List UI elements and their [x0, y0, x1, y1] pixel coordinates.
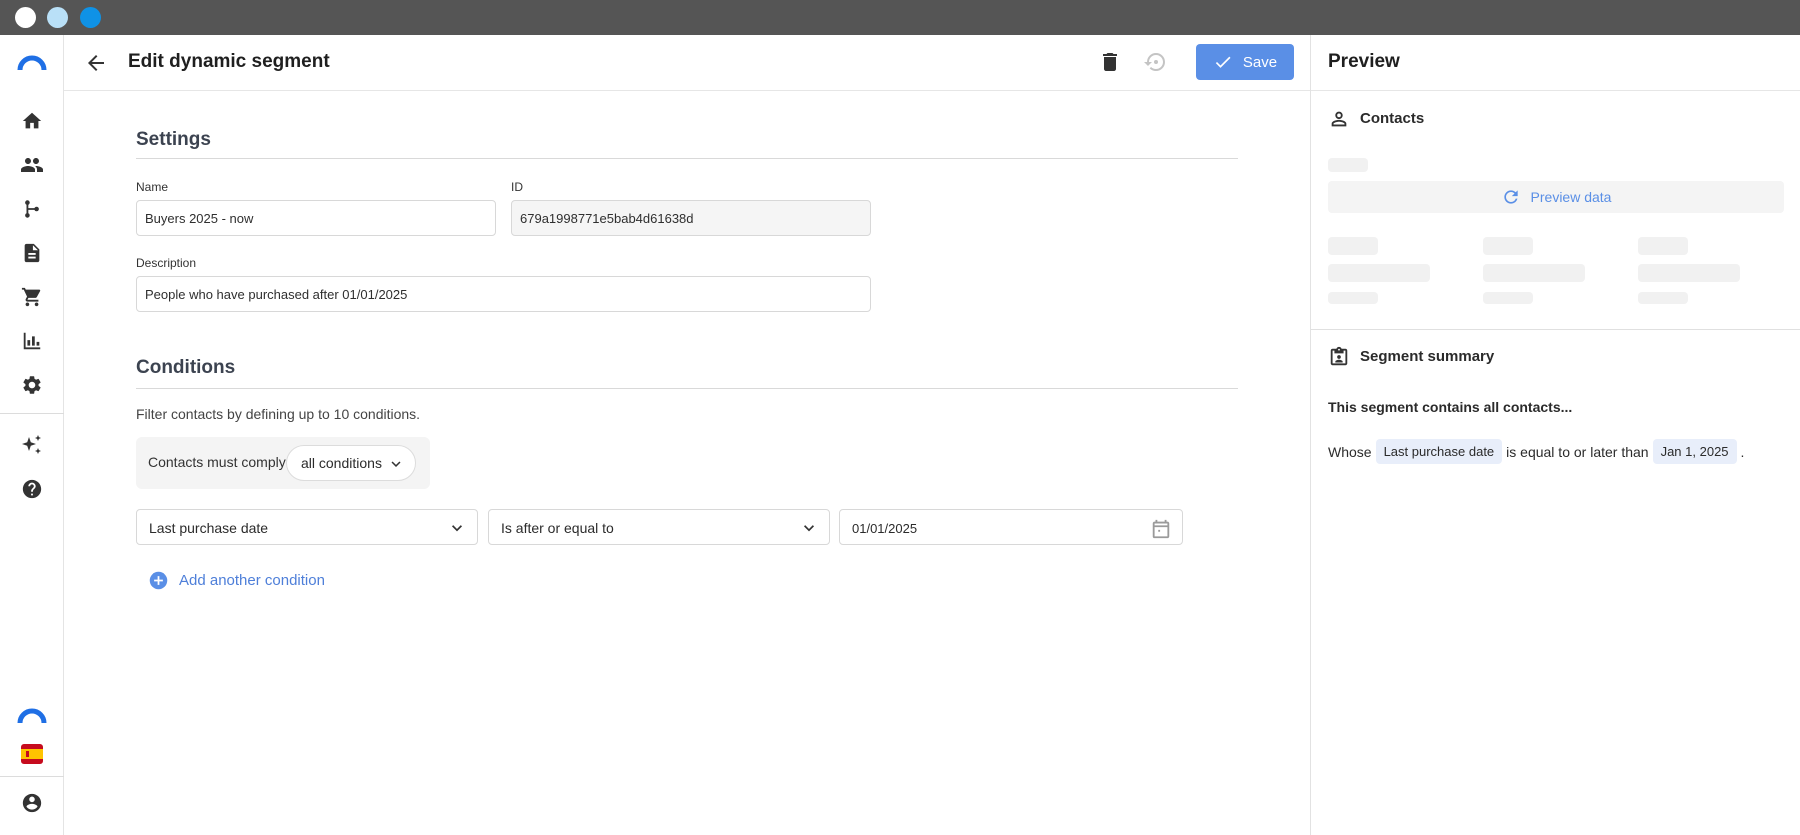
conditions-divider [136, 388, 1238, 389]
back-arrow-icon[interactable] [84, 51, 108, 75]
main-content: Settings Name Buyers 2025 - now ID 679a1… [64, 91, 1310, 835]
sparkle-icon[interactable] [20, 433, 44, 457]
reports-icon[interactable] [20, 329, 44, 353]
person-outline-icon [1328, 108, 1350, 130]
chevron-down-icon [391, 461, 401, 467]
check-icon [1215, 56, 1231, 68]
chevron-down-icon [452, 525, 462, 532]
conditions-helper-text: Filter contacts by defining up to 10 con… [136, 406, 421, 422]
skeleton-placeholder [1638, 264, 1740, 282]
condition-date-value: 01/01/2025 [852, 521, 918, 536]
cart-icon[interactable] [20, 285, 44, 309]
window-close-button[interactable] [15, 7, 36, 28]
summary-whose: Whose [1328, 443, 1372, 460]
id-field: 679a1998771e5bab4d61638d [511, 200, 871, 236]
page-header: Edit dynamic segment Save [64, 35, 1310, 91]
spain-flag-icon[interactable] [20, 742, 44, 766]
settings-icon[interactable] [20, 373, 44, 397]
skeleton-placeholder [1483, 264, 1585, 282]
conditions-title: Conditions [136, 357, 236, 378]
add-circle-icon [149, 571, 168, 590]
segment-summary-title: Segment summary [1360, 348, 1495, 365]
skeleton-placeholder [1638, 292, 1688, 304]
summary-field-chip: Last purchase date [1375, 439, 1503, 464]
skeleton-placeholder [1328, 237, 1378, 255]
window-titlebar [0, 0, 1800, 35]
add-condition-label: Add another condition [179, 572, 325, 589]
sidebar-bottom-divider [0, 776, 64, 777]
page-title: Edit dynamic segment [128, 51, 330, 72]
condition-operator-select[interactable]: Is after or equal to [488, 509, 830, 545]
preview-panel: Preview Contacts Preview data Segment su… [1310, 35, 1800, 835]
name-field[interactable]: Buyers 2025 - now [136, 200, 496, 236]
add-condition-button[interactable]: Add another condition [148, 570, 325, 591]
summary-value-chip: Jan 1, 2025 [1652, 439, 1737, 464]
contacts-icon[interactable] [20, 153, 44, 177]
preview-divider [1311, 329, 1800, 330]
window-maximize-button[interactable] [80, 7, 101, 28]
sidebar [0, 35, 64, 835]
help-icon[interactable] [20, 477, 44, 501]
brand-logo-bottom-icon[interactable] [17, 703, 47, 727]
id-label: ID [511, 180, 523, 194]
skeleton-placeholder [1483, 237, 1533, 255]
preview-data-button[interactable]: Preview data [1328, 181, 1784, 213]
chevron-down-icon [804, 525, 814, 532]
calendar-icon[interactable] [1150, 518, 1172, 540]
comply-select-value: all conditions [301, 455, 382, 471]
preview-title: Preview [1328, 51, 1400, 72]
delete-trash-icon[interactable] [1098, 50, 1122, 74]
comply-label: Contacts must comply: [148, 454, 290, 470]
save-button[interactable]: Save [1196, 44, 1294, 80]
preview-header: Preview [1311, 35, 1800, 91]
summary-condition: Whose Last purchase date is equal to or … [1328, 439, 1744, 464]
skeleton-placeholder [1328, 264, 1430, 282]
condition-field-value: Last purchase date [149, 520, 269, 536]
brand-logo-icon[interactable] [17, 50, 47, 74]
comply-select[interactable]: all conditions [286, 445, 416, 481]
settings-title: Settings [136, 129, 211, 150]
condition-operator-value: Is after or equal to [501, 520, 614, 536]
preview-data-label: Preview data [1530, 189, 1612, 205]
restore-history-icon [1143, 50, 1167, 74]
skeleton-placeholder [1638, 237, 1688, 255]
condition-field-select[interactable]: Last purchase date [136, 509, 478, 545]
account-icon[interactable] [20, 791, 44, 815]
description-field[interactable]: People who have purchased after 01/01/20… [136, 276, 871, 312]
contacts-card-title: Contacts [1360, 110, 1425, 127]
summary-end: . [1740, 443, 1745, 460]
refresh-icon [1503, 190, 1518, 204]
skeleton-placeholder [1328, 158, 1368, 172]
clipboard-person-icon [1328, 346, 1350, 368]
summary-intro: This segment contains all contacts... [1328, 399, 1573, 415]
skeleton-placeholder [1483, 292, 1533, 304]
sidebar-divider [0, 413, 64, 414]
condition-date-input[interactable]: 01/01/2025 [839, 509, 1183, 545]
comply-container: Contacts must comply: all conditions [136, 437, 430, 489]
summary-operator: is equal to or later than [1506, 443, 1649, 460]
document-icon[interactable] [20, 241, 44, 265]
name-label: Name [136, 180, 169, 194]
settings-divider [136, 158, 1238, 159]
automation-icon[interactable] [20, 197, 44, 221]
window-minimize-button[interactable] [47, 7, 68, 28]
save-button-label: Save [1242, 53, 1278, 71]
home-icon[interactable] [20, 109, 44, 133]
description-label: Description [136, 256, 197, 270]
skeleton-placeholder [1328, 292, 1378, 304]
